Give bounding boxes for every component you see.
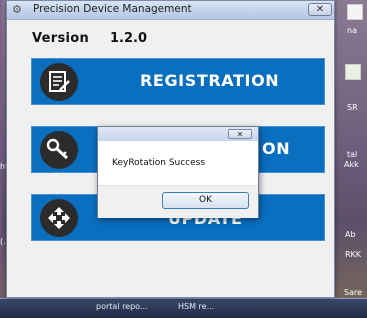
version-label: Version <box>32 31 90 46</box>
dialog-title-bar[interactable]: ✕ <box>98 127 258 141</box>
dialog-close-button[interactable]: ✕ <box>228 129 252 139</box>
desktop-label: Akk <box>344 160 359 169</box>
dialog-message: KeyRotation Success <box>112 158 206 168</box>
desktop-label: Sare <box>344 288 363 297</box>
sync-arrows-icon <box>40 199 78 237</box>
desktop-file-icon[interactable] <box>345 64 361 80</box>
key-rotation-label: ON <box>262 139 291 158</box>
title-bar[interactable]: ⚙ Precision Device Management ✕ <box>7 1 334 20</box>
taskbar-item[interactable]: portal repo... <box>96 302 148 311</box>
desktop-label: SR <box>347 103 358 112</box>
desktop-label: RKK <box>345 250 362 259</box>
ok-button[interactable]: OK <box>162 192 249 209</box>
message-dialog: ✕ KeyRotation Success OK <box>97 126 259 218</box>
key-wrench-icon <box>40 131 78 169</box>
desktop-label: Ab <box>345 230 356 239</box>
window-title: Precision Device Management <box>33 3 192 15</box>
taskbar-item[interactable]: HSM re... <box>178 302 214 311</box>
desktop-label: tal <box>347 150 358 159</box>
desktop-label: na <box>347 26 357 35</box>
close-button[interactable]: ✕ <box>308 3 332 16</box>
document-sign-icon <box>40 63 78 101</box>
registration-label: REGISTRATION <box>140 71 280 90</box>
registration-button[interactable]: REGISTRATION <box>31 58 325 105</box>
app-icon: ⚙ <box>12 3 22 16</box>
desktop-file-icon[interactable] <box>347 4 363 20</box>
version-value: 1.2.0 <box>110 31 148 46</box>
